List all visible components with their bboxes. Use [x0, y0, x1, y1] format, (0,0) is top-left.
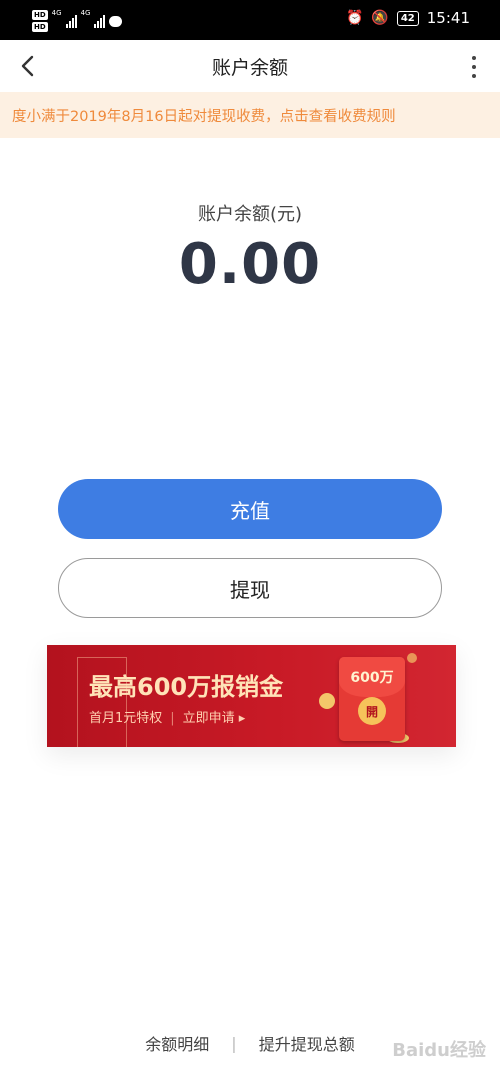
banner-offer-text: 首月1元特权: [89, 711, 163, 726]
hd-badge-2: HD: [32, 22, 48, 32]
page-title: 账户余额: [211, 56, 288, 79]
signal-icon: [65, 14, 77, 28]
battery-icon: 42: [396, 10, 419, 26]
banner-separator: |: [170, 711, 175, 726]
navbar: 账户余额: [0, 40, 500, 92]
raise-withdraw-limit-link[interactable]: 提升提现总额: [259, 1031, 355, 1055]
coin-decoration: [407, 653, 417, 663]
balance-details-link[interactable]: 余额明细: [145, 1031, 209, 1055]
hd-badge-1: HD: [32, 10, 48, 20]
apply-now-link[interactable]: 立即申请 ▸: [183, 711, 246, 726]
footer-divider: |: [231, 1033, 237, 1053]
banner-title: 最高600万报销金: [89, 673, 284, 701]
envelope-amount: 600万: [350, 670, 394, 686]
envelope-open-icon: 開: [358, 697, 386, 725]
red-envelope-icon: 600万 開: [339, 657, 405, 741]
status-bar-left: HD HD 4G 4G: [32, 7, 123, 35]
fee-notice-banner[interactable]: 度小满于2019年8月16日起对提现收费，点击查看收费规则: [0, 92, 500, 138]
withdraw-button[interactable]: 提现: [58, 558, 442, 618]
status-bar-right: ⏰ 🔕 42 15:41: [346, 9, 470, 27]
signal-icon: [94, 14, 106, 28]
mute-bell-icon: 🔕: [371, 10, 389, 26]
more-options-icon[interactable]: [470, 56, 478, 78]
promo-banner[interactable]: 最高600万报销金 首月1元特权 | 立即申请 ▸ 600万 開: [47, 645, 456, 747]
network-type-2: 4G: [80, 9, 91, 17]
back-arrow-icon[interactable]: [16, 54, 40, 78]
status-bar: HD HD 4G 4G ⏰ 🔕 42 15:41: [0, 0, 500, 40]
banner-subtitle: 首月1元特权 | 立即申请 ▸: [89, 707, 245, 726]
network-type-1: 4G: [51, 9, 62, 17]
hd-indicator: HD HD: [32, 9, 48, 33]
balance-label: 账户余额(元): [197, 204, 303, 225]
balance-amount: 0.00: [178, 232, 322, 297]
recharge-button[interactable]: 充值: [58, 479, 442, 539]
clock: 15:41: [426, 9, 470, 27]
message-icon: [109, 15, 123, 27]
coin-decoration: [319, 693, 335, 709]
watermark-logo: Baidu经验: [392, 1040, 486, 1061]
alarm-icon: ⏰: [345, 10, 364, 26]
